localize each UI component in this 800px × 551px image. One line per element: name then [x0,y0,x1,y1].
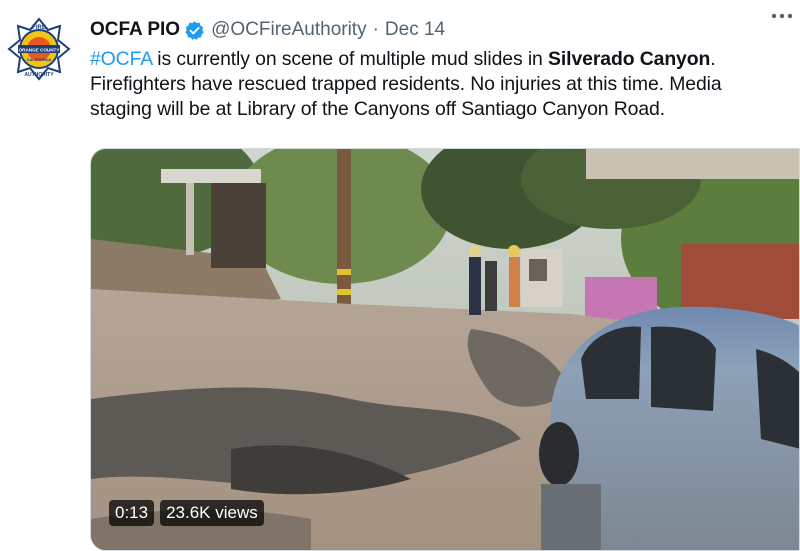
tweet-line-1: #OCFA is currently on scene of multiple … [90,47,796,72]
verified-badge-icon [185,20,204,40]
video-duration: 0:13 [109,500,155,526]
more-dots-icon [771,13,793,19]
tweet-text-middle: is currently on scene of multiple mud sl… [152,48,549,70]
tweet-text-end: . [710,48,716,70]
video-player[interactable]: 0:13 23.6K views [90,148,800,551]
video-frame [91,149,799,550]
tweet-header: OCFA PIO @OCFireAuthority · Dec 14 [90,16,790,44]
video-overlay: 0:13 23.6K views [109,500,264,526]
display-name[interactable]: OCFA PIO [90,19,180,41]
avatar[interactable]: FIRE ORANGE COUNTY CALIFORNIA AUTHORITY [4,14,74,84]
more-options-button[interactable] [768,4,796,28]
header-separator: · [372,19,379,40]
view-count: 23.6K views [160,500,264,526]
svg-text:AUTHORITY: AUTHORITY [24,72,54,78]
svg-text:ORANGE COUNTY: ORANGE COUNTY [19,48,60,53]
tweet-line-2: Firefighters have rescued trapped reside… [90,73,722,95]
user-handle[interactable]: @OCFireAuthority [211,19,367,41]
hashtag-link[interactable]: #OCFA [90,48,152,70]
svg-text:CALIFORNIA: CALIFORNIA [27,57,52,62]
tweet-text: #OCFA is currently on scene of multiple … [90,47,796,122]
svg-text:FIRE: FIRE [32,25,46,31]
ocfa-badge-icon: FIRE ORANGE COUNTY CALIFORNIA AUTHORITY [5,15,73,83]
tweet-line-3: staging will be at Library of the Canyon… [90,98,666,120]
place-name: Silverado Canyon [548,48,711,70]
tweet-date[interactable]: Dec 14 [385,19,445,41]
